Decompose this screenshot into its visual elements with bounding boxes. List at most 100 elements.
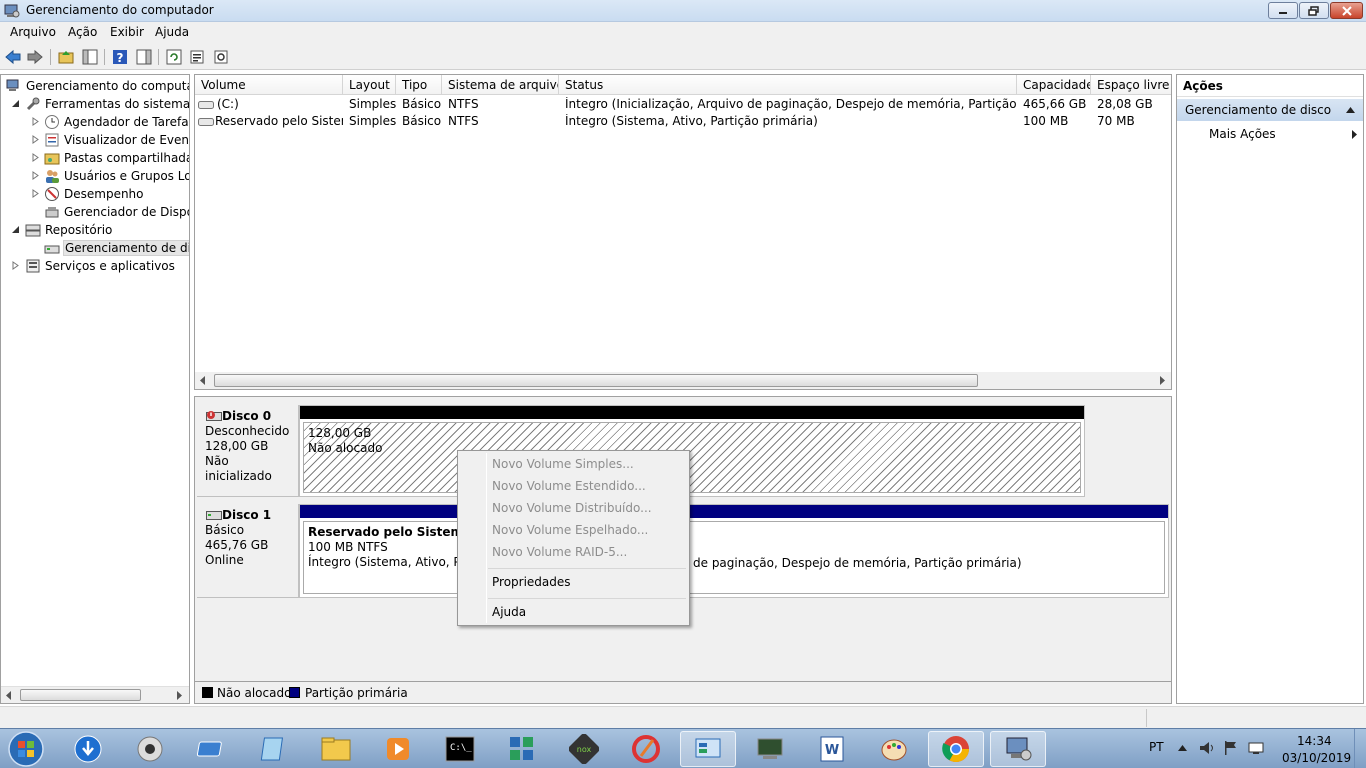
menu-new-spanned-volume[interactable]: Novo Volume Estendido...: [492, 479, 646, 493]
drive-app-icon: [197, 741, 222, 757]
collapsed-arrow-icon: [12, 261, 19, 270]
taskbar-downloader[interactable]: [60, 731, 116, 767]
collapsed-arrow-icon: [32, 153, 39, 162]
network-tray-icon[interactable]: [1248, 741, 1264, 755]
taskbar-chrome[interactable]: [928, 731, 984, 767]
minimize-button[interactable]: [1268, 2, 1298, 19]
refresh-icon[interactable]: [165, 48, 183, 66]
tray-date[interactable]: 03/10/2019: [1282, 751, 1351, 765]
toolbar-separator: [158, 49, 159, 65]
performance-icon: [45, 187, 59, 201]
unallocated-area[interactable]: 128,00 GB Não alocado: [303, 422, 1081, 493]
volume-list-horizontal-scrollbar[interactable]: [195, 372, 1171, 389]
tree-item-shared-folders[interactable]: Pastas compartilhadas: [3, 149, 189, 167]
partition-system-reserved[interactable]: Reservado pelo Sistema 100 MB NTFS Ínteg…: [303, 521, 483, 594]
taskbar-nox[interactable]: nox: [556, 731, 612, 767]
taskbar-word[interactable]: W: [804, 731, 860, 767]
menu-new-mirrored-volume[interactable]: Novo Volume Espelhado...: [492, 523, 648, 537]
taskbar-app-drive[interactable]: [184, 731, 240, 767]
tree-scroll-thumb[interactable]: [20, 689, 141, 701]
taskbar-command-prompt[interactable]: C:\_: [432, 731, 488, 767]
tree-item-event-viewer[interactable]: Visualizador de Eventos: [3, 131, 189, 149]
scroll-left-icon[interactable]: [6, 691, 12, 700]
back-icon[interactable]: [4, 48, 22, 66]
column-header-layout[interactable]: Layout: [343, 75, 396, 95]
scroll-left-icon[interactable]: [200, 376, 206, 385]
clock-icon: [45, 115, 59, 129]
action-center-flag-icon[interactable]: [1224, 740, 1238, 756]
settings-icon[interactable]: [212, 48, 230, 66]
taskbar-media-player[interactable]: [370, 731, 426, 767]
users-icon: [46, 170, 59, 183]
properties-icon[interactable]: [188, 48, 206, 66]
show-hide-tree-icon[interactable]: [81, 48, 99, 66]
tray-time[interactable]: 14:34: [1297, 734, 1332, 748]
menu-properties[interactable]: Propriedades: [492, 575, 571, 589]
show-hide-action-pane-icon[interactable]: [135, 48, 153, 66]
taskbar-computer-management[interactable]: [990, 731, 1046, 767]
menu-arquivo[interactable]: Arquivo: [10, 25, 56, 39]
forward-icon[interactable]: [26, 48, 44, 66]
scroll-right-icon[interactable]: [1160, 376, 1166, 385]
help-icon[interactable]: ?: [111, 48, 129, 66]
taskbar-ccleaner[interactable]: [618, 731, 674, 767]
disk-management-icon: [44, 245, 60, 254]
volume-capacity: 465,66 GB: [1023, 97, 1087, 111]
disk-1-label[interactable]: Disco 1 Básico 465,76 GB Online: [197, 504, 299, 598]
tree-horizontal-scrollbar[interactable]: [1, 686, 189, 703]
tree-item-disk-management[interactable]: Gerenciamento de disco: [3, 239, 189, 257]
tree-label: Desempenho: [64, 187, 144, 201]
taskbar-app-notes[interactable]: [246, 731, 302, 767]
close-icon: [1341, 5, 1352, 16]
disk-warning-icon: [206, 411, 222, 421]
disk-kind: Básico: [205, 523, 245, 537]
up-folder-icon[interactable]: [57, 48, 75, 66]
tree-item-device-manager[interactable]: Gerenciador de Dispositivos: [3, 203, 189, 221]
tree-item-task-scheduler[interactable]: Agendador de Tarefas: [3, 113, 189, 131]
column-header-status[interactable]: Status: [559, 75, 1017, 95]
more-actions[interactable]: Mais Ações: [1209, 127, 1276, 141]
column-header-capacity[interactable]: Capacidade: [1017, 75, 1091, 95]
column-header-free-space[interactable]: Espaço livre: [1091, 75, 1171, 95]
taskbar-paint[interactable]: [866, 731, 922, 767]
menu-separator: [488, 598, 686, 599]
partition-name: Reservado pelo Sistema: [308, 525, 472, 539]
menu-gutter: [486, 453, 487, 623]
menu-ajuda[interactable]: Ajuda: [155, 25, 189, 39]
word-icon: W: [820, 736, 844, 762]
tray-show-hidden-icon[interactable]: [1178, 745, 1187, 751]
tree-item-services[interactable]: Serviços e aplicativos: [3, 257, 189, 275]
tree-item-local-users[interactable]: Usuários e Grupos Locais: [3, 167, 189, 185]
menu-new-simple-volume[interactable]: Novo Volume Simples...: [492, 457, 634, 471]
tree-item-performance[interactable]: Desempenho: [3, 185, 189, 203]
tree-item-root[interactable]: Gerenciamento do computador (Local): [3, 77, 189, 95]
restore-button[interactable]: [1299, 2, 1329, 19]
close-button[interactable]: [1330, 2, 1363, 19]
volume-scroll-thumb[interactable]: [214, 374, 978, 387]
volume-capacity: 100 MB: [1023, 114, 1069, 128]
column-header-type[interactable]: Tipo: [396, 75, 442, 95]
collapse-up-icon[interactable]: [1346, 107, 1355, 113]
disk-0-partition-unallocated[interactable]: 128,00 GB Não alocado: [299, 405, 1085, 497]
actions-group-disk-management[interactable]: Gerenciamento de disco: [1177, 99, 1363, 121]
taskbar-webcam[interactable]: [122, 731, 178, 767]
taskbar-explorer[interactable]: [308, 731, 364, 767]
taskbar-network-manager[interactable]: [742, 731, 798, 767]
column-header-volume[interactable]: Volume: [195, 75, 343, 95]
taskbar-app-dashboard[interactable]: [494, 731, 550, 767]
volume-speaker-icon[interactable]: [1199, 741, 1215, 755]
tree-item-system-tools[interactable]: Ferramentas do sistema: [3, 95, 189, 113]
tree-item-storage[interactable]: Repositório: [3, 221, 189, 239]
menu-acao[interactable]: Ação: [68, 25, 97, 39]
menu-new-striped-volume[interactable]: Novo Volume Distribuído...: [492, 501, 652, 515]
menu-help[interactable]: Ajuda: [492, 605, 526, 619]
scroll-right-icon[interactable]: [177, 691, 183, 700]
tray-language[interactable]: PT: [1149, 740, 1164, 754]
taskbar-control-panel[interactable]: [680, 731, 736, 767]
column-header-filesystem[interactable]: Sistema de arquivos: [442, 75, 559, 95]
menu-exibir[interactable]: Exibir: [110, 25, 144, 39]
menu-new-raid5-volume[interactable]: Novo Volume RAID-5...: [492, 545, 627, 559]
show-desktop-button[interactable]: [1354, 729, 1366, 768]
start-orb-icon[interactable]: [6, 730, 46, 768]
disk-0-label[interactable]: Disco 0 Desconhecido 128,00 GB Não inici…: [197, 405, 299, 497]
